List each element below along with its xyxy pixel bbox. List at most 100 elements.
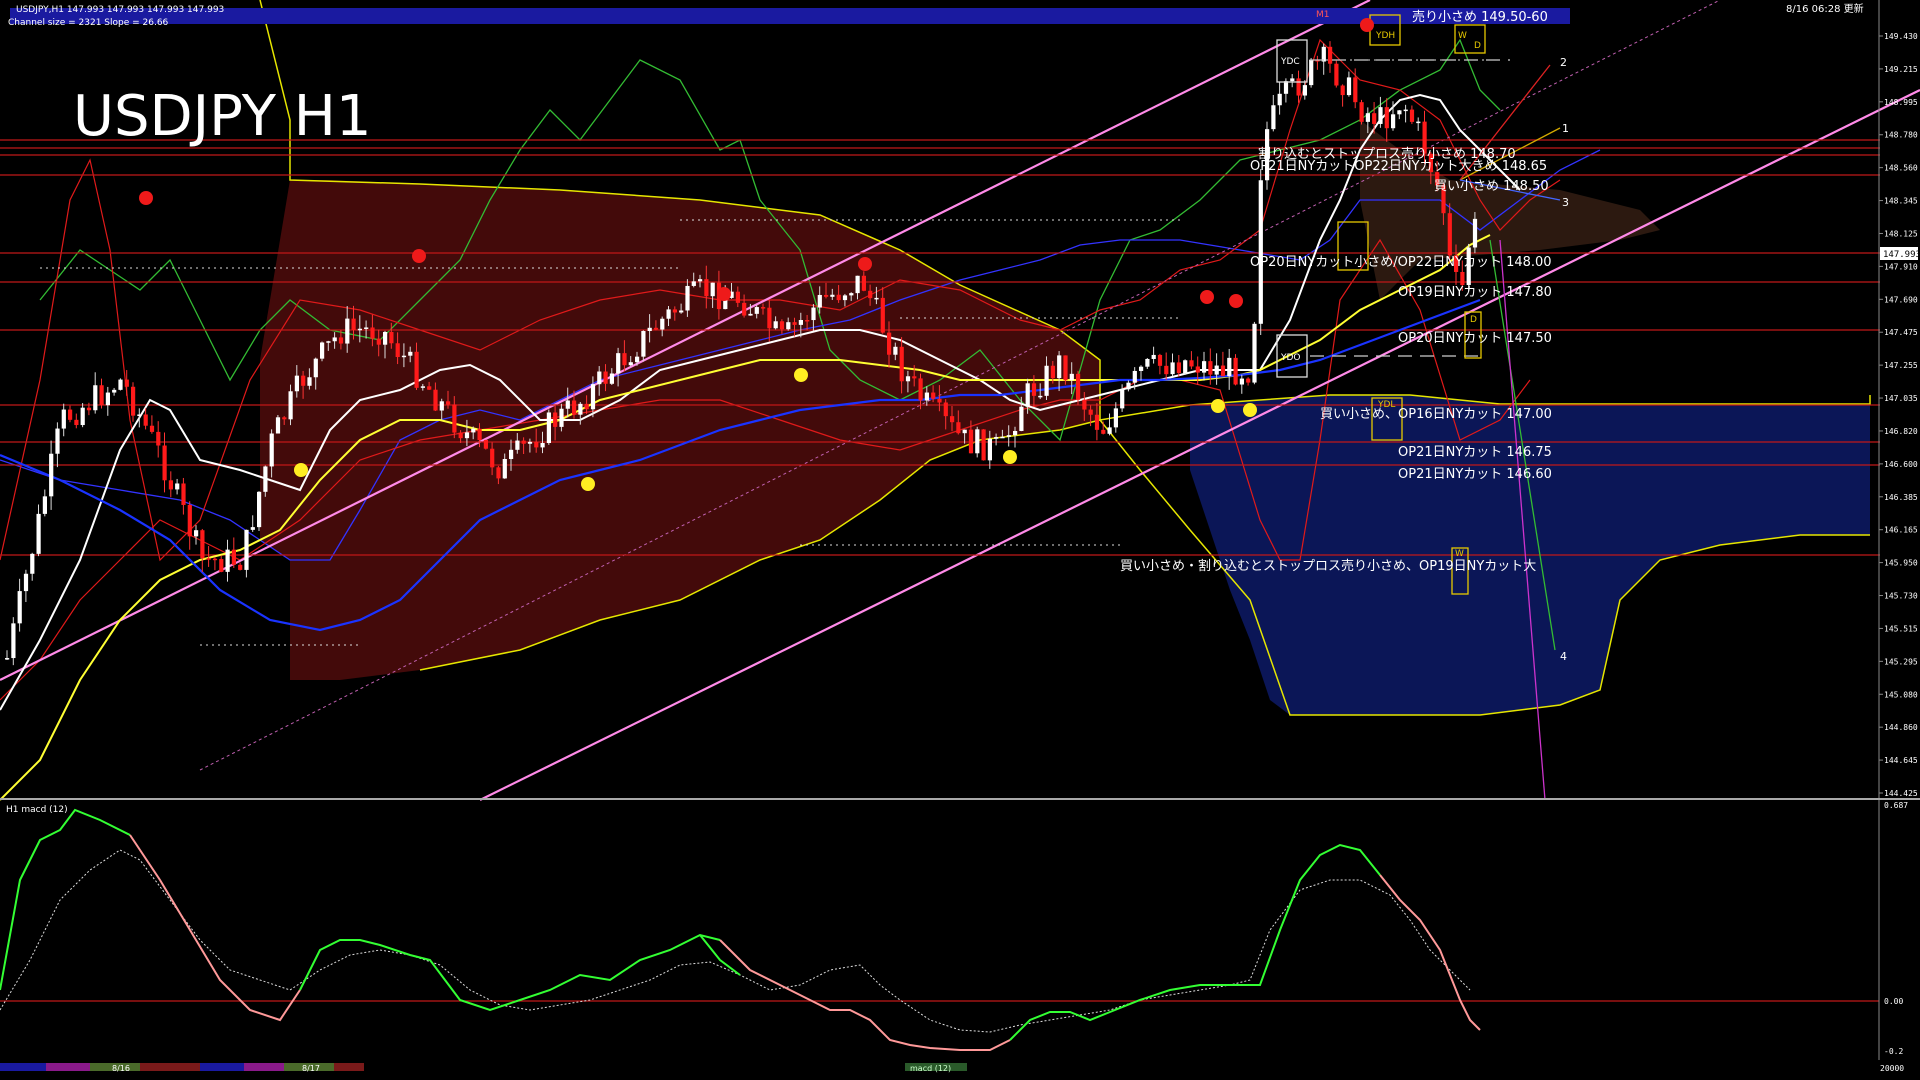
- candle-body: [1239, 378, 1244, 385]
- fractal-up-marker: [858, 257, 872, 271]
- candle-body: [1334, 63, 1339, 86]
- candle-body: [175, 483, 180, 490]
- price-tick-label: 145.950: [1884, 559, 1918, 568]
- candle-body: [962, 429, 967, 434]
- candle-body: [1290, 78, 1295, 82]
- candle-body: [137, 414, 142, 416]
- candle-body: [590, 384, 596, 410]
- candle-body: [181, 483, 186, 505]
- candle-body: [61, 409, 66, 429]
- candle-body: [1416, 121, 1421, 124]
- sell-banner-text: 売り小さめ 149.50-60: [1412, 9, 1548, 25]
- current-price: 147.993: [1883, 250, 1920, 260]
- fractal-down-marker: [1003, 450, 1017, 464]
- candle-body: [269, 433, 274, 467]
- candle-body: [937, 398, 942, 403]
- timestamp: 8/16 06:28 更新: [1786, 2, 1864, 15]
- label-d-top: D: [1474, 41, 1481, 51]
- candle-body: [219, 559, 224, 572]
- candle-body: [433, 389, 438, 411]
- candle-body: [257, 491, 262, 528]
- candle-body: [761, 307, 766, 309]
- candle-body: [565, 400, 570, 409]
- candle-body: [93, 385, 98, 411]
- candle-body: [1057, 355, 1062, 379]
- candle-body: [975, 429, 980, 454]
- candle-body: [23, 573, 29, 592]
- candle-body: [798, 320, 803, 325]
- candle-body: [1353, 77, 1358, 103]
- candle-body: [773, 321, 778, 329]
- candle-body: [30, 553, 35, 574]
- candle-body: [1157, 354, 1163, 366]
- candle-body: [1296, 78, 1301, 96]
- price-tick-label: 147.910: [1884, 262, 1918, 271]
- candle-body: [641, 331, 646, 357]
- candle-body: [49, 453, 54, 497]
- candle-body: [1365, 113, 1370, 122]
- candle-body: [1006, 435, 1011, 437]
- candle-body: [887, 332, 892, 355]
- candle-body: [672, 309, 677, 313]
- candle-body: [597, 371, 602, 385]
- candle-body: [1025, 383, 1030, 407]
- candle-body: [1069, 373, 1074, 381]
- candle-body: [118, 379, 123, 390]
- candle-body: [1145, 358, 1150, 367]
- candle-body: [968, 429, 974, 454]
- candle-body: [572, 400, 577, 415]
- candle-body: [521, 440, 526, 444]
- candle-body: [105, 392, 110, 406]
- candle-body: [5, 658, 10, 660]
- candle-body: [880, 297, 885, 333]
- candle-body: [811, 307, 816, 321]
- price-tick-label: 147.255: [1884, 361, 1918, 370]
- macd-tab[interactable]: macd (12): [910, 1064, 951, 1073]
- annotation-147-80: OP19日NYカット 147.80: [1398, 285, 1552, 300]
- candle-body: [956, 422, 961, 434]
- price-tick-label: 149.215: [1884, 65, 1918, 74]
- candle-body: [263, 466, 268, 492]
- candle-body: [36, 513, 41, 554]
- candle-body: [238, 564, 243, 570]
- candle-body: [987, 438, 992, 461]
- candle-body: [527, 441, 533, 444]
- candle-body: [427, 386, 432, 390]
- candle-body: [414, 351, 419, 388]
- candle-body: [1372, 113, 1377, 124]
- candle-body: [143, 414, 148, 426]
- annotation-148-65: OP21日NYカットOP22日NYカット大きめ 148.65: [1250, 159, 1547, 174]
- candle-body: [1208, 361, 1213, 375]
- candle-body: [464, 432, 470, 439]
- price-tick-label: 145.730: [1884, 592, 1918, 601]
- candle-body: [779, 321, 785, 330]
- candle-body: [99, 385, 104, 406]
- candle-body: [1277, 93, 1282, 106]
- candle-body: [74, 419, 79, 426]
- candle-body: [338, 337, 344, 344]
- candle-body: [836, 294, 841, 301]
- candle-body: [874, 297, 879, 300]
- candle-body: [1346, 77, 1352, 96]
- candle-body: [307, 377, 312, 386]
- label-n2: 2: [1560, 56, 1567, 69]
- macd-title: H1 macd (12): [6, 805, 68, 815]
- candle-body: [691, 281, 696, 286]
- candle-body: [666, 309, 671, 319]
- candle-body: [1283, 81, 1289, 94]
- candle-body: [502, 458, 507, 479]
- candle-body: [389, 331, 394, 344]
- candle-body: [1189, 360, 1194, 367]
- candle-body: [80, 407, 85, 426]
- label-m1: M1: [1316, 10, 1330, 20]
- label-ydc: YDC: [1280, 57, 1300, 67]
- candle-body: [408, 351, 413, 356]
- candle-body: [603, 371, 608, 384]
- candle-body: [301, 375, 306, 386]
- candle-body: [609, 373, 614, 384]
- label-n4: 4: [1560, 650, 1567, 663]
- price-tick-label: 148.560: [1884, 164, 1918, 173]
- candle-body: [351, 318, 356, 330]
- candle-body: [1340, 85, 1345, 96]
- candle-body: [1164, 365, 1169, 375]
